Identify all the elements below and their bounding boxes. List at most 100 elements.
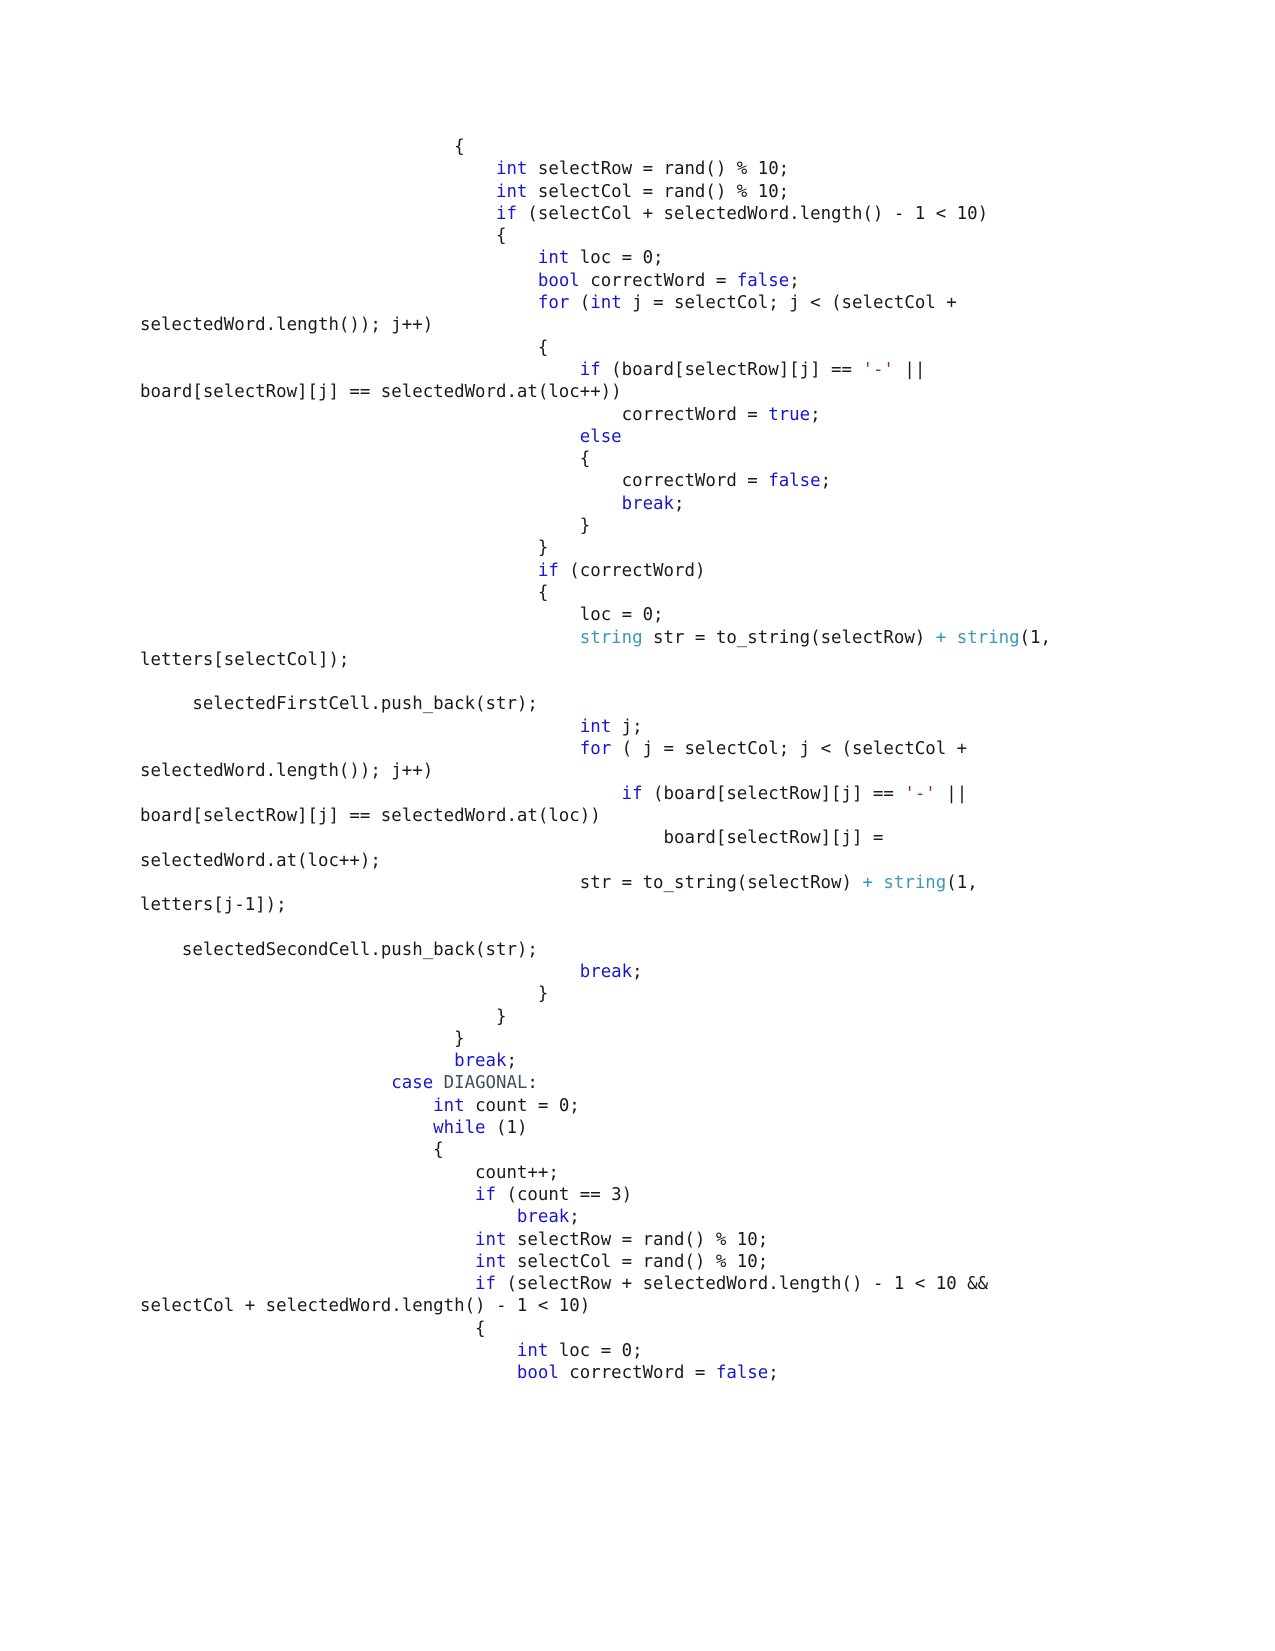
code-token: board[selectRow][j] = selectedWord.at(lo… [140,828,894,871]
code-token: int [495,181,528,202]
code-token: loc = 0; [140,605,664,626]
code-token: true [768,404,811,425]
code-token: str = to_string(selectRow) [642,627,936,648]
code-token: ( [569,293,591,314]
code-token: (1) [485,1118,528,1139]
code-line: while (1) [140,1117,1080,1139]
code-token: if [537,560,559,581]
code-line: } [140,537,1080,559]
document-page: { int selectRow = rand() % 10; int selec… [0,0,1275,1651]
code-line: board[selectRow][j] = selectedWord.at(lo… [140,827,1080,872]
code-token: int [579,716,612,737]
code-line: if (board[selectRow][j] == '-' || board[… [140,783,1080,828]
code-token: } [140,516,591,537]
code-token: selectRow = rand() % 10; [527,159,790,180]
code-token: for [537,293,570,314]
code-token: DIAGONAL [443,1073,528,1094]
code-token: count = 0; [464,1095,580,1116]
code-line: } [140,515,1080,537]
code-line: { [140,448,1080,470]
code-line: { [140,225,1080,247]
code-token: case [391,1073,434,1094]
code-token: j; [611,716,643,737]
code-token: (selectCol + selectedWord.length() - 1 <… [516,203,989,224]
code-line: if (selectRow + selectedWord.length() - … [140,1273,1080,1318]
code-token: '-' [904,783,936,804]
code-line: correctWord = true; [140,404,1080,426]
code-token: if [579,359,601,380]
code-token: + [935,627,947,648]
code-line: int j; [140,716,1080,738]
code-token: loc = 0; [569,248,664,269]
code-token: else [579,426,622,447]
code-token: int [495,159,528,180]
code-listing[interactable]: { int selectRow = rand() % 10; int selec… [140,136,1080,1385]
code-line: correctWord = false; [140,470,1080,492]
code-token: { [140,582,549,603]
code-token: bool [516,1363,559,1384]
code-line: int loc = 0; [140,1340,1080,1362]
code-token: break [454,1051,507,1072]
code-line: if (count == 3) [140,1184,1080,1206]
code-line: int selectRow = rand() % 10; [140,158,1080,180]
code-line: count++; [140,1162,1080,1184]
code-line: { [140,337,1080,359]
code-token: int [590,293,622,314]
code-token: count++; [140,1162,559,1183]
code-token: int [537,248,570,269]
code-token: { [140,449,591,470]
code-token: { [140,226,507,247]
code-token: for [579,739,612,760]
code-token: string [883,872,947,893]
code-token: ; [810,404,821,425]
code-line: { [140,136,1080,158]
code-token: correctWord = [558,1363,716,1384]
code-token: correctWord = [140,471,769,492]
code-token: break [516,1207,570,1228]
code-line: selectedSecondCell.push_back(str); [140,939,1080,961]
code-line: { [140,1318,1080,1340]
code-token: str = to_string(selectRow) [140,872,863,893]
code-token: { [140,337,549,358]
code-line: int loc = 0; [140,247,1080,269]
code-line: bool correctWord = false; [140,1362,1080,1384]
code-line: break; [140,1206,1080,1228]
code-token: ; [569,1207,580,1228]
code-line: else [140,426,1080,448]
code-token: loc = 0; [548,1341,643,1362]
code-line: int count = 0; [140,1095,1080,1117]
code-token: : [527,1073,538,1094]
code-line: int selectRow = rand() % 10; [140,1229,1080,1251]
code-line: bool correctWord = false; [140,270,1080,292]
code-token: int [475,1229,507,1250]
code-token: { [140,1318,486,1339]
code-token: } [140,1028,465,1049]
code-token: int [475,1251,507,1272]
code-line: int selectCol = rand() % 10; [140,181,1080,203]
code-token: (correctWord) [558,560,706,581]
code-token: ; [506,1051,517,1072]
code-token: } [140,538,549,559]
code-line: break; [140,961,1080,983]
code-token: false [768,471,821,492]
code-line: selectedFirstCell.push_back(str); [140,693,1080,715]
